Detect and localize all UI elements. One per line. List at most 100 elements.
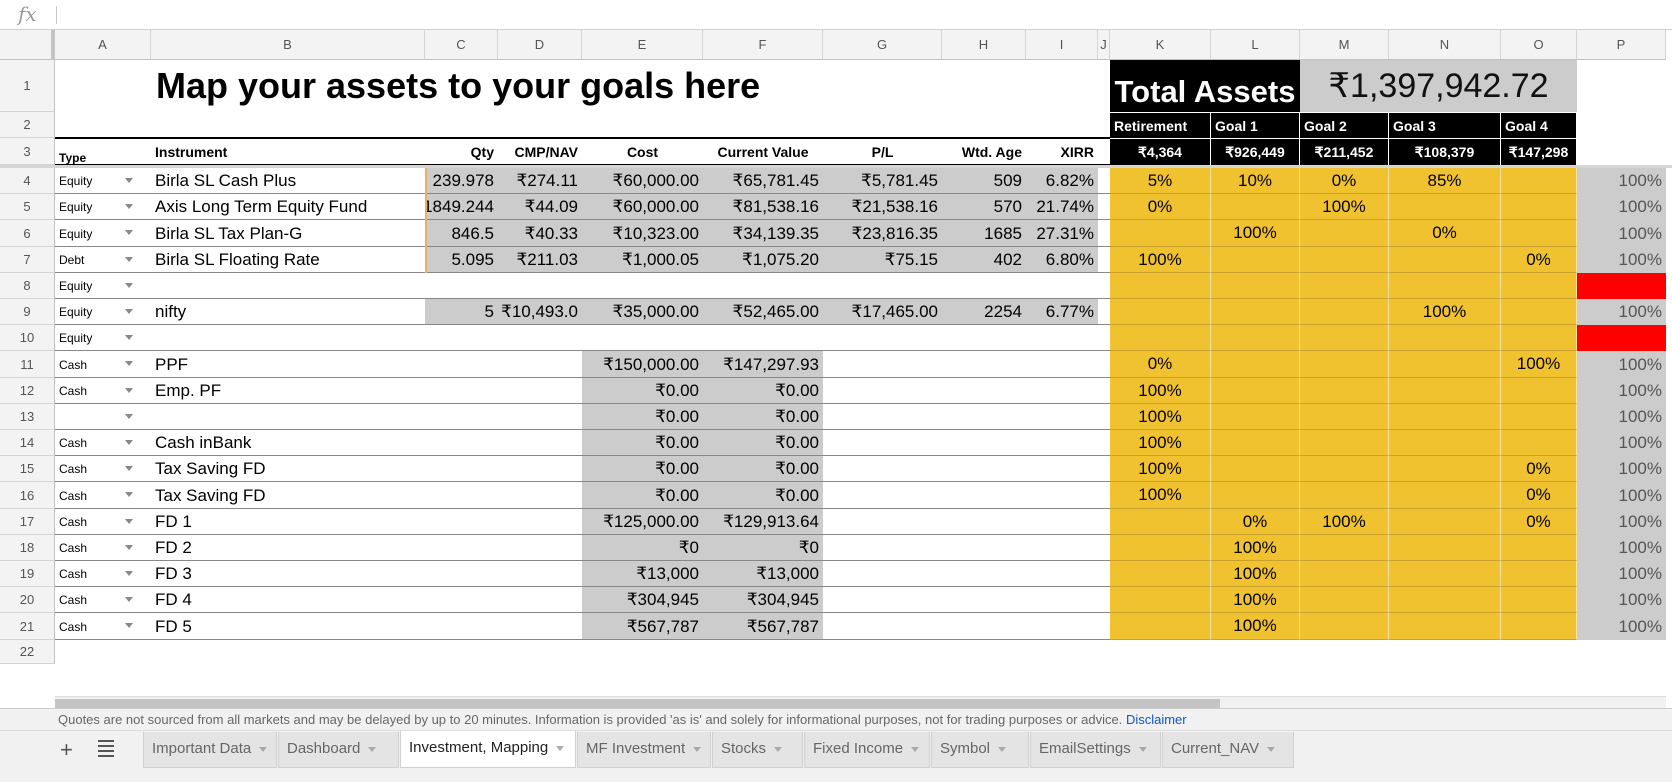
allocation-cell-goal-1[interactable]	[1211, 194, 1300, 220]
current-value-cell[interactable]: ₹0.00	[703, 482, 823, 509]
type-dropdown-arrow-icon[interactable]	[125, 545, 133, 550]
allocation-cell-goal-1[interactable]: 100%	[1211, 220, 1300, 247]
row-header-6[interactable]: 6	[0, 220, 55, 247]
allocation-cell-goal-4[interactable]	[1501, 194, 1577, 220]
column-header-a[interactable]: A	[55, 30, 151, 60]
allocation-cell-retirement[interactable]: 100%	[1110, 404, 1211, 430]
row-header-5[interactable]: 5	[0, 194, 55, 220]
row-header-18[interactable]: 18	[0, 535, 55, 561]
allocation-cell-retirement[interactable]	[1110, 535, 1211, 561]
instrument-cell[interactable]: FD 3	[151, 561, 425, 587]
allocation-cell-goal-4[interactable]: 0%	[1501, 247, 1577, 273]
allocation-cell-goal-1[interactable]: 10%	[1211, 168, 1300, 194]
type-cell[interactable]: Cash	[55, 378, 131, 404]
allocation-cell-retirement[interactable]: 5%	[1110, 168, 1211, 194]
sheet-tab-mf-investment[interactable]: MF Investment	[577, 732, 711, 768]
allocation-cell-goal-1[interactable]	[1211, 482, 1300, 509]
pl-cell[interactable]: ₹75.15	[823, 247, 942, 273]
pl-cell[interactable]: ₹17,465.00	[823, 299, 942, 325]
allocation-cell-goal-2[interactable]	[1300, 273, 1389, 299]
allocation-cell-goal-3[interactable]: 0%	[1389, 220, 1501, 247]
cost-cell[interactable]: ₹0.00	[582, 482, 703, 509]
column-header-g[interactable]: G	[823, 30, 942, 60]
allocation-cell-retirement[interactable]: 100%	[1110, 482, 1211, 509]
type-cell[interactable]: Cash	[55, 613, 131, 640]
type-cell[interactable]: Equity	[55, 168, 131, 194]
allocation-cell-goal-1[interactable]	[1211, 378, 1300, 404]
age-cell[interactable]: 2254	[942, 299, 1026, 325]
type-cell[interactable]: Equity	[55, 220, 131, 247]
current-value-cell[interactable]: ₹567,787	[703, 613, 823, 640]
instrument-cell[interactable]: Tax Saving FD	[151, 456, 425, 482]
sheet-tab-current-nav[interactable]: Current_NAV	[1162, 732, 1294, 768]
column-header-e[interactable]: E	[582, 30, 703, 60]
allocation-cell-retirement[interactable]: 100%	[1110, 378, 1211, 404]
age-cell[interactable]: 1685	[942, 220, 1026, 247]
allocation-cell-goal-3[interactable]	[1389, 509, 1501, 535]
allocation-cell-goal-2[interactable]	[1300, 220, 1389, 247]
sheet-tab-dashboard[interactable]: Dashboard	[278, 732, 399, 768]
allocation-cell-goal-1[interactable]	[1211, 325, 1300, 351]
instrument-cell[interactable]: nifty	[151, 299, 425, 325]
sheet-tab-menu-arrow-icon[interactable]	[556, 745, 565, 751]
allocation-cell-goal-3[interactable]	[1389, 273, 1501, 299]
allocation-cell-goal-1[interactable]: 0%	[1211, 509, 1300, 535]
instrument-cell[interactable]: Tax Saving FD	[151, 482, 425, 509]
row-header-2[interactable]: 2	[0, 112, 55, 138]
cv-cell[interactable]: ₹81,538.16	[703, 194, 823, 220]
pl-cell[interactable]	[823, 325, 942, 351]
all-sheets-menu-button[interactable]	[98, 740, 114, 760]
type-cell[interactable]: Equity	[55, 299, 131, 325]
row-header-16[interactable]: 16	[0, 482, 55, 509]
allocation-cell-goal-2[interactable]	[1300, 561, 1389, 587]
allocation-cell-goal-4[interactable]	[1501, 587, 1577, 613]
allocation-cell-goal-2[interactable]	[1300, 325, 1389, 351]
sheet-tab-menu-arrow-icon[interactable]	[259, 746, 268, 752]
type-cell[interactable]: Debt	[55, 247, 131, 273]
spreadsheet-grid[interactable]: A B C D E F G H I J K L M N O P 1 2 3 Map your assets to yo…	[0, 30, 1672, 696]
column-header-o[interactable]: O	[1501, 30, 1577, 60]
type-cell[interactable]: Cash	[55, 561, 131, 587]
cost-cell[interactable]: ₹567,787	[582, 613, 703, 640]
instrument-cell[interactable]: Birla SL Tax Plan-G	[151, 220, 425, 247]
sheet-tab-menu-arrow-icon[interactable]	[998, 746, 1007, 752]
column-header-j[interactable]: J	[1098, 30, 1110, 60]
select-all-corner[interactable]	[0, 30, 55, 60]
allocation-cell-goal-3[interactable]	[1389, 404, 1501, 430]
allocation-cell-goal-2[interactable]: 100%	[1300, 509, 1389, 535]
age-cell[interactable]: 402	[942, 247, 1026, 273]
qty-cell[interactable]: 5.095	[425, 247, 498, 273]
current-value-cell[interactable]: ₹0.00	[703, 456, 823, 482]
cost-cell[interactable]: ₹304,945	[582, 587, 703, 613]
sheet-tab-emailsettings[interactable]: EmailSettings	[1030, 732, 1161, 768]
current-value-cell[interactable]: ₹0.00	[703, 404, 823, 430]
instrument-cell[interactable]: FD 2	[151, 535, 425, 561]
allocation-cell-goal-1[interactable]: 100%	[1211, 561, 1300, 587]
type-cell[interactable]: Equity	[55, 194, 131, 220]
cv-cell[interactable]: ₹34,139.35	[703, 220, 823, 247]
sheet-tab-menu-arrow-icon[interactable]	[911, 746, 920, 752]
sheet-tab-menu-arrow-icon[interactable]	[774, 746, 783, 752]
type-dropdown-arrow-icon[interactable]	[125, 623, 133, 628]
instrument-cell[interactable]	[151, 404, 425, 430]
cost-cell[interactable]: ₹60,000.00	[582, 168, 703, 194]
allocation-cell-goal-4[interactable]	[1501, 613, 1577, 640]
type-cell[interactable]: Equity	[55, 273, 131, 299]
instrument-cell[interactable]: Birla SL Cash Plus	[151, 168, 425, 194]
allocation-cell-retirement[interactable]	[1110, 273, 1211, 299]
row-header-1[interactable]: 1	[0, 60, 55, 112]
allocation-cell-retirement[interactable]: 100%	[1110, 456, 1211, 482]
sheet-tab-menu-arrow-icon[interactable]	[1267, 746, 1276, 752]
allocation-cell-goal-4[interactable]	[1501, 220, 1577, 247]
allocation-cell-goal-2[interactable]	[1300, 299, 1389, 325]
type-dropdown-arrow-icon[interactable]	[125, 466, 133, 471]
type-dropdown-arrow-icon[interactable]	[125, 283, 133, 288]
type-cell[interactable]: Cash	[55, 509, 131, 535]
qty-cell[interactable]: 239.978	[425, 168, 498, 194]
row-header-11[interactable]: 11	[0, 351, 55, 378]
allocation-cell-retirement[interactable]	[1110, 509, 1211, 535]
column-header-n[interactable]: N	[1389, 30, 1501, 60]
allocation-cell-goal-1[interactable]	[1211, 404, 1300, 430]
type-dropdown-arrow-icon[interactable]	[125, 361, 133, 366]
cost-cell[interactable]: ₹13,000	[582, 561, 703, 587]
